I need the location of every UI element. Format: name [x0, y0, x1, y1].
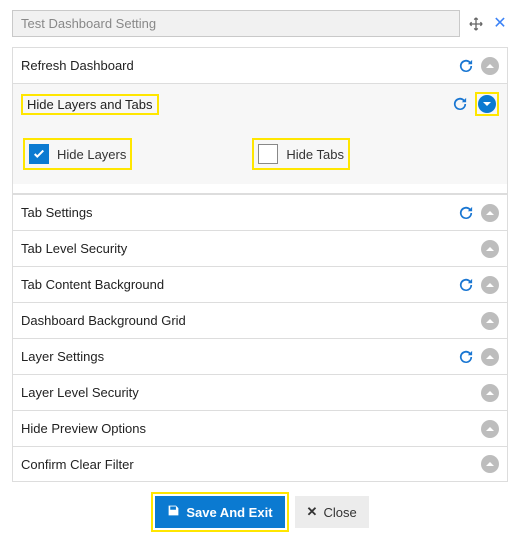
- checkbox-label: Hide Tabs: [286, 147, 344, 162]
- chevron-up-icon[interactable]: [481, 204, 499, 222]
- section-header-confirm-clear-filter[interactable]: Confirm Clear Filter: [12, 446, 508, 482]
- section-label: Dashboard Background Grid: [21, 313, 481, 328]
- section-label: Refresh Dashboard: [21, 58, 459, 73]
- chevron-up-icon[interactable]: [481, 455, 499, 473]
- refresh-icon[interactable]: [453, 97, 467, 111]
- chevron-up-icon[interactable]: [481, 240, 499, 258]
- hide-tabs-checkbox[interactable]: [258, 144, 278, 164]
- refresh-icon[interactable]: [459, 278, 473, 292]
- save-icon: [167, 504, 180, 520]
- section-label: Tab Level Security: [21, 241, 481, 256]
- chevron-up-icon[interactable]: [481, 312, 499, 330]
- section-header-tab-content-background[interactable]: Tab Content Background: [12, 266, 508, 302]
- close-button[interactable]: ✕ Close: [295, 496, 369, 528]
- section-header-hide-layers-tabs[interactable]: Hide Layers and Tabs: [12, 83, 508, 124]
- chevron-up-icon[interactable]: [481, 420, 499, 438]
- move-icon[interactable]: [468, 16, 484, 32]
- close-icon[interactable]: ✕: [492, 16, 508, 32]
- section-header-refresh-dashboard[interactable]: Refresh Dashboard: [12, 47, 508, 83]
- section-label: Hide Preview Options: [21, 421, 481, 436]
- chevron-up-icon[interactable]: [481, 276, 499, 294]
- chevron-up-icon[interactable]: [481, 384, 499, 402]
- hide-layers-checkbox[interactable]: [29, 144, 49, 164]
- section-header-layer-settings[interactable]: Layer Settings: [12, 338, 508, 374]
- section-body-hide-layers-tabs: Hide Layers Hide Tabs: [12, 124, 508, 184]
- section-label: Tab Settings: [21, 205, 459, 220]
- section-header-hide-preview-options[interactable]: Hide Preview Options: [12, 410, 508, 446]
- chevron-up-icon[interactable]: [481, 57, 499, 75]
- refresh-icon[interactable]: [459, 206, 473, 220]
- refresh-icon[interactable]: [459, 59, 473, 73]
- section-label: Tab Content Background: [21, 277, 459, 292]
- checkbox-label: Hide Layers: [57, 147, 126, 162]
- chevron-up-icon[interactable]: [481, 348, 499, 366]
- chevron-down-icon[interactable]: [478, 95, 496, 113]
- section-header-layer-level-security[interactable]: Layer Level Security: [12, 374, 508, 410]
- section-label: Layer Settings: [21, 349, 459, 364]
- section-label: Confirm Clear Filter: [21, 457, 481, 472]
- section-label: Layer Level Security: [21, 385, 481, 400]
- section-header-tab-level-security[interactable]: Tab Level Security: [12, 230, 508, 266]
- section-label: Hide Layers and Tabs: [21, 94, 453, 115]
- section-header-dashboard-background-grid[interactable]: Dashboard Background Grid: [12, 302, 508, 338]
- save-and-exit-button[interactable]: Save And Exit: [155, 496, 284, 528]
- panel-title: Test Dashboard Setting: [12, 10, 460, 37]
- refresh-icon[interactable]: [459, 350, 473, 364]
- close-icon: ✕: [307, 504, 318, 520]
- section-header-tab-settings[interactable]: Tab Settings: [12, 194, 508, 230]
